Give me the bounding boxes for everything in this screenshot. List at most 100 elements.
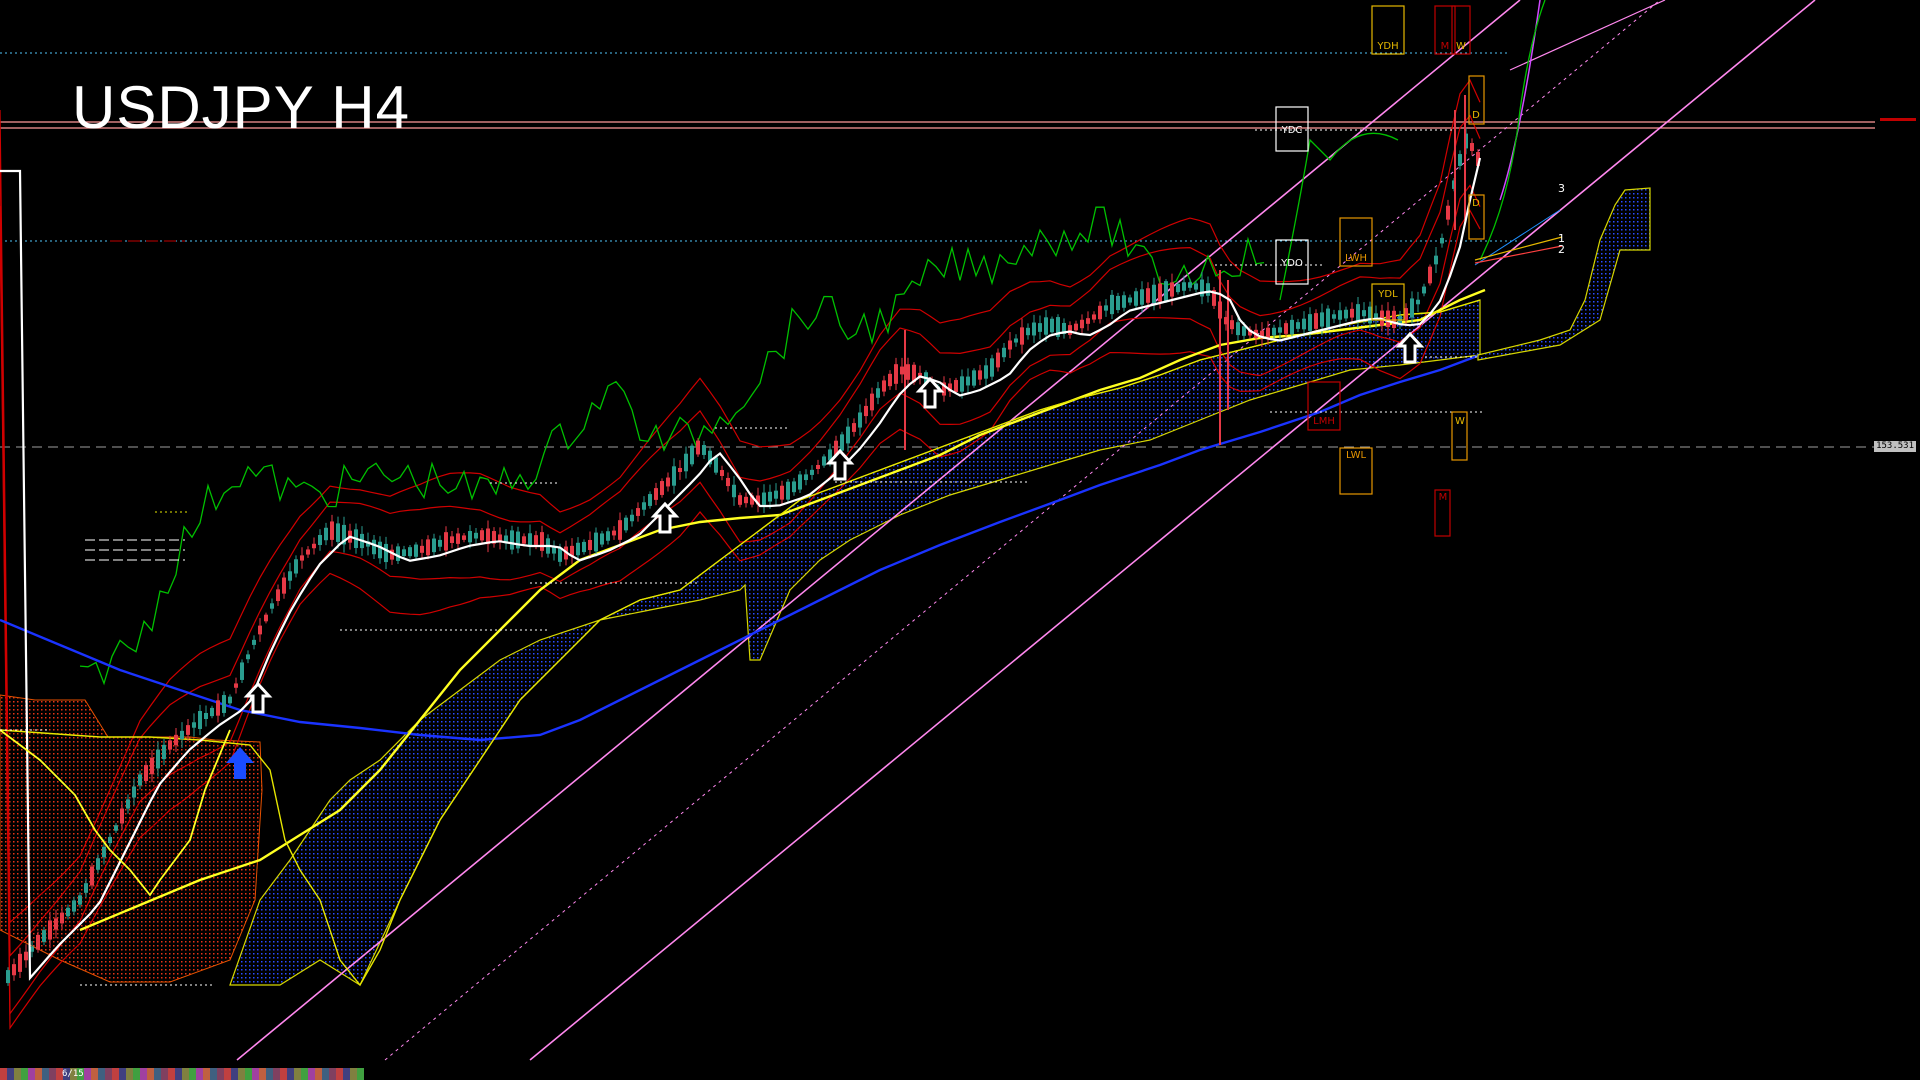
candle-body [1296, 322, 1300, 329]
price-tag-current: 153.531 [1874, 441, 1916, 452]
candle-body [684, 453, 688, 472]
candle-body [24, 951, 28, 961]
date-strip-cell [336, 1068, 343, 1080]
candle-body [678, 467, 682, 473]
candle-body [420, 545, 424, 553]
price-chart[interactable]: YDH YDC YDO YDL LWH LWL LMH M W D D W M … [0, 0, 1920, 1080]
candle-body [1014, 338, 1018, 343]
candle-body [888, 373, 892, 387]
candle-body [984, 365, 988, 379]
candle-body [96, 858, 100, 870]
channel-label-3: 3 [1558, 182, 1565, 195]
candle-body [972, 370, 976, 386]
candle-body [174, 734, 178, 746]
candle-body [126, 799, 130, 809]
candle-body [1314, 313, 1318, 329]
date-strip-cell [7, 1068, 14, 1080]
candle-body [780, 485, 784, 500]
candle-body [906, 364, 910, 380]
candle-body [714, 457, 718, 473]
candle-body [1146, 288, 1150, 303]
label-lwl: LWL [1346, 450, 1367, 461]
candle-body [1386, 310, 1390, 328]
candle-body [12, 964, 16, 976]
candle-body [1194, 283, 1198, 290]
candle-body [744, 496, 748, 504]
candle-body [54, 918, 58, 930]
candle-body [264, 614, 268, 622]
candle-body [90, 866, 94, 886]
date-strip-cell [98, 1068, 105, 1080]
candle-body [306, 549, 310, 555]
candle-body [1308, 314, 1312, 331]
chart-title: USDJPY H4 [72, 74, 411, 141]
price-tag-top [1880, 118, 1916, 121]
candle-body [462, 535, 466, 540]
candle-body [246, 654, 250, 660]
date-strip-cell [217, 1068, 224, 1080]
date-strip-cell [91, 1068, 98, 1080]
candle-body [294, 559, 298, 574]
candle-body [426, 539, 430, 556]
candle-body [954, 380, 958, 392]
channel-label-2: 2 [1558, 243, 1565, 256]
candle-body [900, 366, 904, 375]
candle-body [42, 930, 46, 942]
label-w-top: W [1456, 41, 1466, 52]
candle-body [84, 883, 88, 893]
candle-body [1272, 327, 1276, 336]
date-label: 6/15 [62, 1069, 84, 1079]
candle-body [1140, 289, 1144, 305]
candle-body [450, 536, 454, 543]
date-strip-cell [329, 1068, 336, 1080]
candle-body [528, 533, 532, 547]
date-strip-cell [14, 1068, 21, 1080]
date-strip-cell [224, 1068, 231, 1080]
candle-body [690, 445, 694, 465]
candle-body [1020, 327, 1024, 345]
candle-body [468, 531, 472, 543]
date-strip-cell [315, 1068, 322, 1080]
candle-body [1356, 304, 1360, 321]
candle-body [438, 539, 442, 547]
date-strip-cell [189, 1068, 196, 1080]
candle-body [270, 603, 274, 609]
date-strip-cell [147, 1068, 154, 1080]
candle-body [1158, 283, 1162, 302]
date-strip-cell [35, 1068, 42, 1080]
date-strip-cell [140, 1068, 147, 1080]
candle-body [300, 555, 304, 561]
date-strip-cell [350, 1068, 357, 1080]
candle-body [612, 530, 616, 536]
candle-body [1122, 295, 1126, 308]
candle-body [222, 695, 226, 713]
candle-body [168, 740, 172, 750]
date-strip-cell [238, 1068, 245, 1080]
date-strip-cell [266, 1068, 273, 1080]
label-d-bot: D [1472, 198, 1480, 209]
candle-body [702, 445, 706, 455]
candle-body [666, 477, 670, 487]
candle-body [336, 523, 340, 542]
candle-body [1446, 205, 1450, 220]
candle-body [576, 542, 580, 556]
candle-body [1458, 154, 1462, 166]
label-ydc: YDC [1281, 125, 1303, 136]
date-strip-cell [259, 1068, 266, 1080]
candle-body [156, 749, 160, 769]
candle-body [198, 711, 202, 729]
candle-body [1182, 282, 1186, 291]
candle-body [864, 405, 868, 417]
candle-body [696, 440, 700, 455]
candle-body [852, 423, 856, 432]
candle-body [738, 495, 742, 505]
candle-body [594, 532, 598, 552]
candle-body [1320, 312, 1324, 327]
candle-body [150, 757, 154, 775]
date-strip-cell [196, 1068, 203, 1080]
candle-body [540, 532, 544, 551]
candle-body [882, 380, 886, 392]
candle-body [78, 895, 82, 905]
candle-body [258, 625, 262, 635]
date-strip-cell [287, 1068, 294, 1080]
